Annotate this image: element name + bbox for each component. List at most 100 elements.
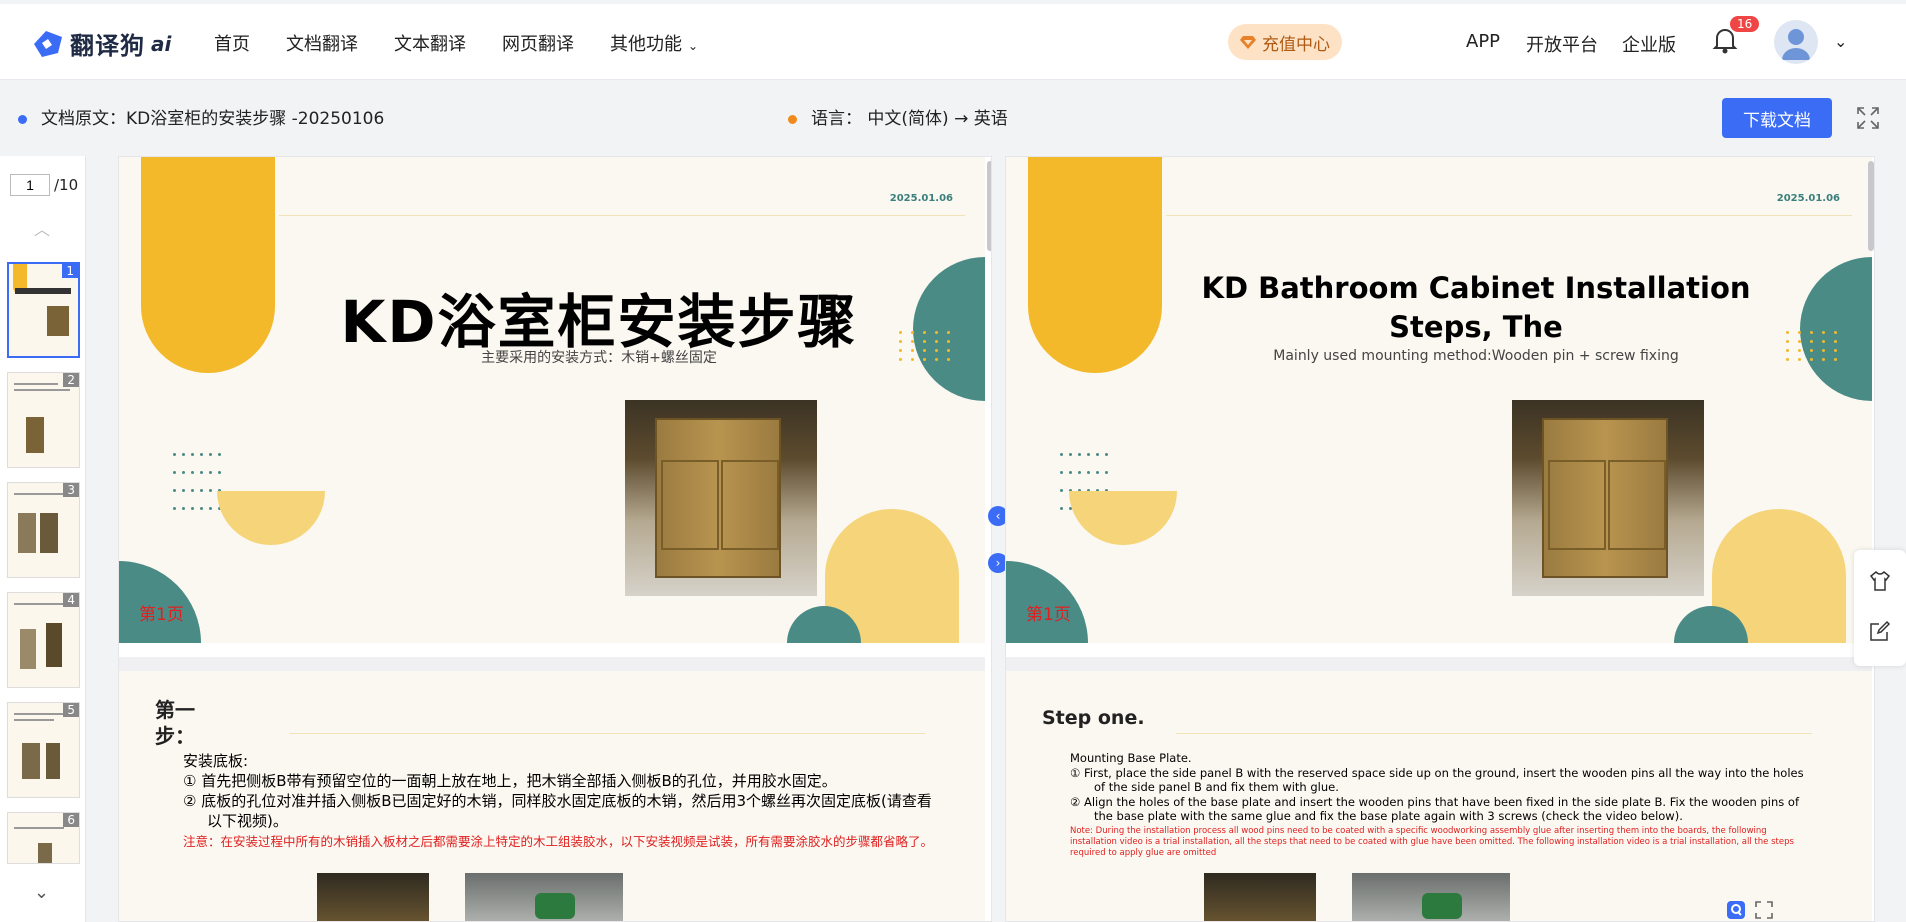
translated-document-panel[interactable]: 2025.01.06 KD Bathroom Cabinet Installat… <box>1005 156 1875 922</box>
page-thumbnail[interactable]: 4 <box>7 592 80 688</box>
thumbnail-number: 1 <box>62 264 78 278</box>
main-nav: 首页 文档翻译 文本翻译 网页翻译 其他功能 ⌄ <box>214 30 698 56</box>
document-name: 文档原文：KD浴室柜的安装步骤 -20250106 <box>18 104 384 129</box>
page-label: 第1页 <box>139 605 184 625</box>
thumbnail-number: 3 <box>63 483 79 497</box>
divider <box>1176 733 1812 734</box>
decorative-dots <box>173 453 221 510</box>
recharge-button[interactable]: 充值中心 <box>1228 24 1342 60</box>
document-name-text: 文档原文：KD浴室柜的安装步骤 -20250106 <box>41 109 385 129</box>
page-thumbnail[interactable]: 5 <box>7 702 80 798</box>
recharge-label: 充值中心 <box>1262 34 1330 55</box>
page-navigator: /10 <box>10 174 78 196</box>
step-heading-line: 步： <box>155 724 195 748</box>
slide-date: 2025.01.06 <box>1776 193 1840 204</box>
step-item: ② 底板的孔位对准并插入侧板B已固定好的木销，同样胶水固定底板的木销，然后用3个… <box>183 792 932 830</box>
page-thumbnail[interactable]: 3 <box>7 482 80 578</box>
step-item: ① 首先把侧板B带有预留空位的一面朝上放在地上，把木销全部插入侧板B的孔位，并用… <box>183 772 837 790</box>
section-heading: Mounting Base Plate. <box>1070 751 1192 765</box>
bottom-tools <box>1726 900 1774 920</box>
cabinet-image <box>1204 873 1316 921</box>
chevron-left-icon: ‹ <box>995 509 1001 523</box>
step-item: ② Align the holes of the base plate and … <box>1070 794 1799 824</box>
step-item: ① First, place the side panel B with the… <box>1070 765 1804 795</box>
page-number-input[interactable] <box>10 174 50 196</box>
edit-icon[interactable] <box>1869 620 1891 642</box>
chevron-down-icon: ⌄ <box>688 39 699 53</box>
decorative-shape <box>913 257 985 401</box>
cabinet-image <box>317 873 429 921</box>
thumbnail-number: 4 <box>63 593 79 607</box>
divider <box>289 733 925 734</box>
logo-icon <box>34 30 62 57</box>
blue-dot-icon <box>18 114 27 124</box>
download-document-button[interactable]: 下载文档 <box>1722 98 1832 138</box>
page-thumbnail[interactable]: 1 <box>7 262 80 358</box>
scrollbar[interactable] <box>987 161 991 251</box>
original-slide-2: 第一 步： 安装底板: ① 首先把侧板B带有预留空位的一面朝上放在地上，把木销全… <box>119 657 985 921</box>
slide-title: KD Bathroom Cabinet Installation Steps, … <box>1201 271 1751 344</box>
translated-slide-2: Step one. Mounting Base Plate. ① First, … <box>1006 657 1872 921</box>
step-body: Mounting Base Plate. ① First, place the … <box>1070 751 1810 859</box>
nav-document-translation[interactable]: 文档翻译 <box>286 30 358 56</box>
divider <box>1166 215 1852 216</box>
drill-image <box>1352 873 1510 921</box>
step-heading-line: 第一 <box>155 698 195 722</box>
step-heading: Step one. <box>1042 707 1145 729</box>
cabinet-image <box>1512 400 1704 596</box>
note-text: Note: During the installation process al… <box>1070 825 1794 858</box>
slide-date: 2025.01.06 <box>889 193 953 204</box>
language-info: 语言： 中文(简体) → 英语 <box>788 104 1008 129</box>
decorative-dots <box>899 331 950 361</box>
shirt-icon[interactable] <box>1869 570 1891 592</box>
orange-dot-icon <box>788 114 797 124</box>
scan-icon[interactable] <box>1754 900 1774 920</box>
slide-subtitle: 主要采用的安装方式：木销+螺丝固定 <box>481 350 717 366</box>
decorative-shape <box>1028 157 1162 373</box>
nav-text-translation[interactable]: 文本翻译 <box>394 30 466 56</box>
avatar[interactable] <box>1774 20 1818 64</box>
diamond-icon <box>1240 36 1256 49</box>
language-text: 语言： 中文(简体) → 英语 <box>811 109 1008 129</box>
nav-web-translation[interactable]: 网页翻译 <box>502 30 574 56</box>
original-document-panel[interactable]: 2025.01.06 KD浴室柜安装步骤 主要采用的安装方式：木销+螺丝固定 第… <box>118 156 992 922</box>
chevron-down-icon[interactable]: ⌄ <box>34 882 49 903</box>
thumbnail-number: 6 <box>63 813 79 827</box>
nav-other-features-label: 其他功能 <box>610 34 682 55</box>
decorative-shape <box>1800 257 1872 401</box>
divider <box>279 215 965 216</box>
thumbnail-sidebar: /10 ︿ 1 2 3 4 5 6 ⌄ <box>0 156 86 922</box>
logo-text: 翻译狗 <box>70 32 145 60</box>
fullscreen-icon[interactable] <box>1856 106 1880 130</box>
open-platform-link[interactable]: 开放平台 <box>1526 31 1598 57</box>
document-info-bar: 文档原文：KD浴室柜的安装步骤 -20250106 语言： 中文(简体) → 英… <box>0 84 1906 146</box>
enterprise-link[interactable]: 企业版 <box>1622 31 1676 57</box>
nav-home[interactable]: 首页 <box>214 30 250 56</box>
logo[interactable]: 翻译狗 ai <box>30 26 171 61</box>
translated-slide-1: 2025.01.06 KD Bathroom Cabinet Installat… <box>1006 157 1872 643</box>
chevron-down-icon[interactable]: ⌄ <box>1834 32 1847 51</box>
chevron-right-icon: › <box>995 556 1001 570</box>
thumbnail-number: 5 <box>63 703 79 717</box>
page-thumbnail[interactable]: 6 <box>7 812 80 864</box>
scrollbar[interactable] <box>1868 161 1874 251</box>
step-heading: 第一 步： <box>155 697 195 749</box>
chat-icon[interactable] <box>1726 900 1746 920</box>
logo-suffix: ai <box>151 31 172 56</box>
chevron-up-icon[interactable]: ︿ <box>34 216 50 240</box>
page-thumbnail[interactable]: 2 <box>7 372 80 468</box>
cabinet-image <box>625 400 817 596</box>
app-link[interactable]: APP <box>1466 31 1500 52</box>
notification-badge: 16 <box>1730 16 1760 32</box>
page-label: 第1页 <box>1026 605 1071 625</box>
section-heading: 安装底板: <box>183 752 249 770</box>
original-slide-1: 2025.01.06 KD浴室柜安装步骤 主要采用的安装方式：木销+螺丝固定 第… <box>119 157 985 643</box>
floating-toolbar <box>1854 550 1906 666</box>
thumbnail-number: 2 <box>63 373 79 387</box>
user-avatar-icon <box>1782 29 1810 60</box>
top-navigation-bar: 翻译狗 ai 首页 文档翻译 文本翻译 网页翻译 其他功能 ⌄ 充值中心 APP … <box>0 4 1906 80</box>
decorative-shape <box>1069 491 1177 545</box>
nav-other-features[interactable]: 其他功能 ⌄ <box>610 30 698 56</box>
step-body: 安装底板: ① 首先把侧板B带有预留空位的一面朝上放在地上，把木销全部插入侧板B… <box>183 751 943 850</box>
total-pages: /10 <box>54 176 79 194</box>
